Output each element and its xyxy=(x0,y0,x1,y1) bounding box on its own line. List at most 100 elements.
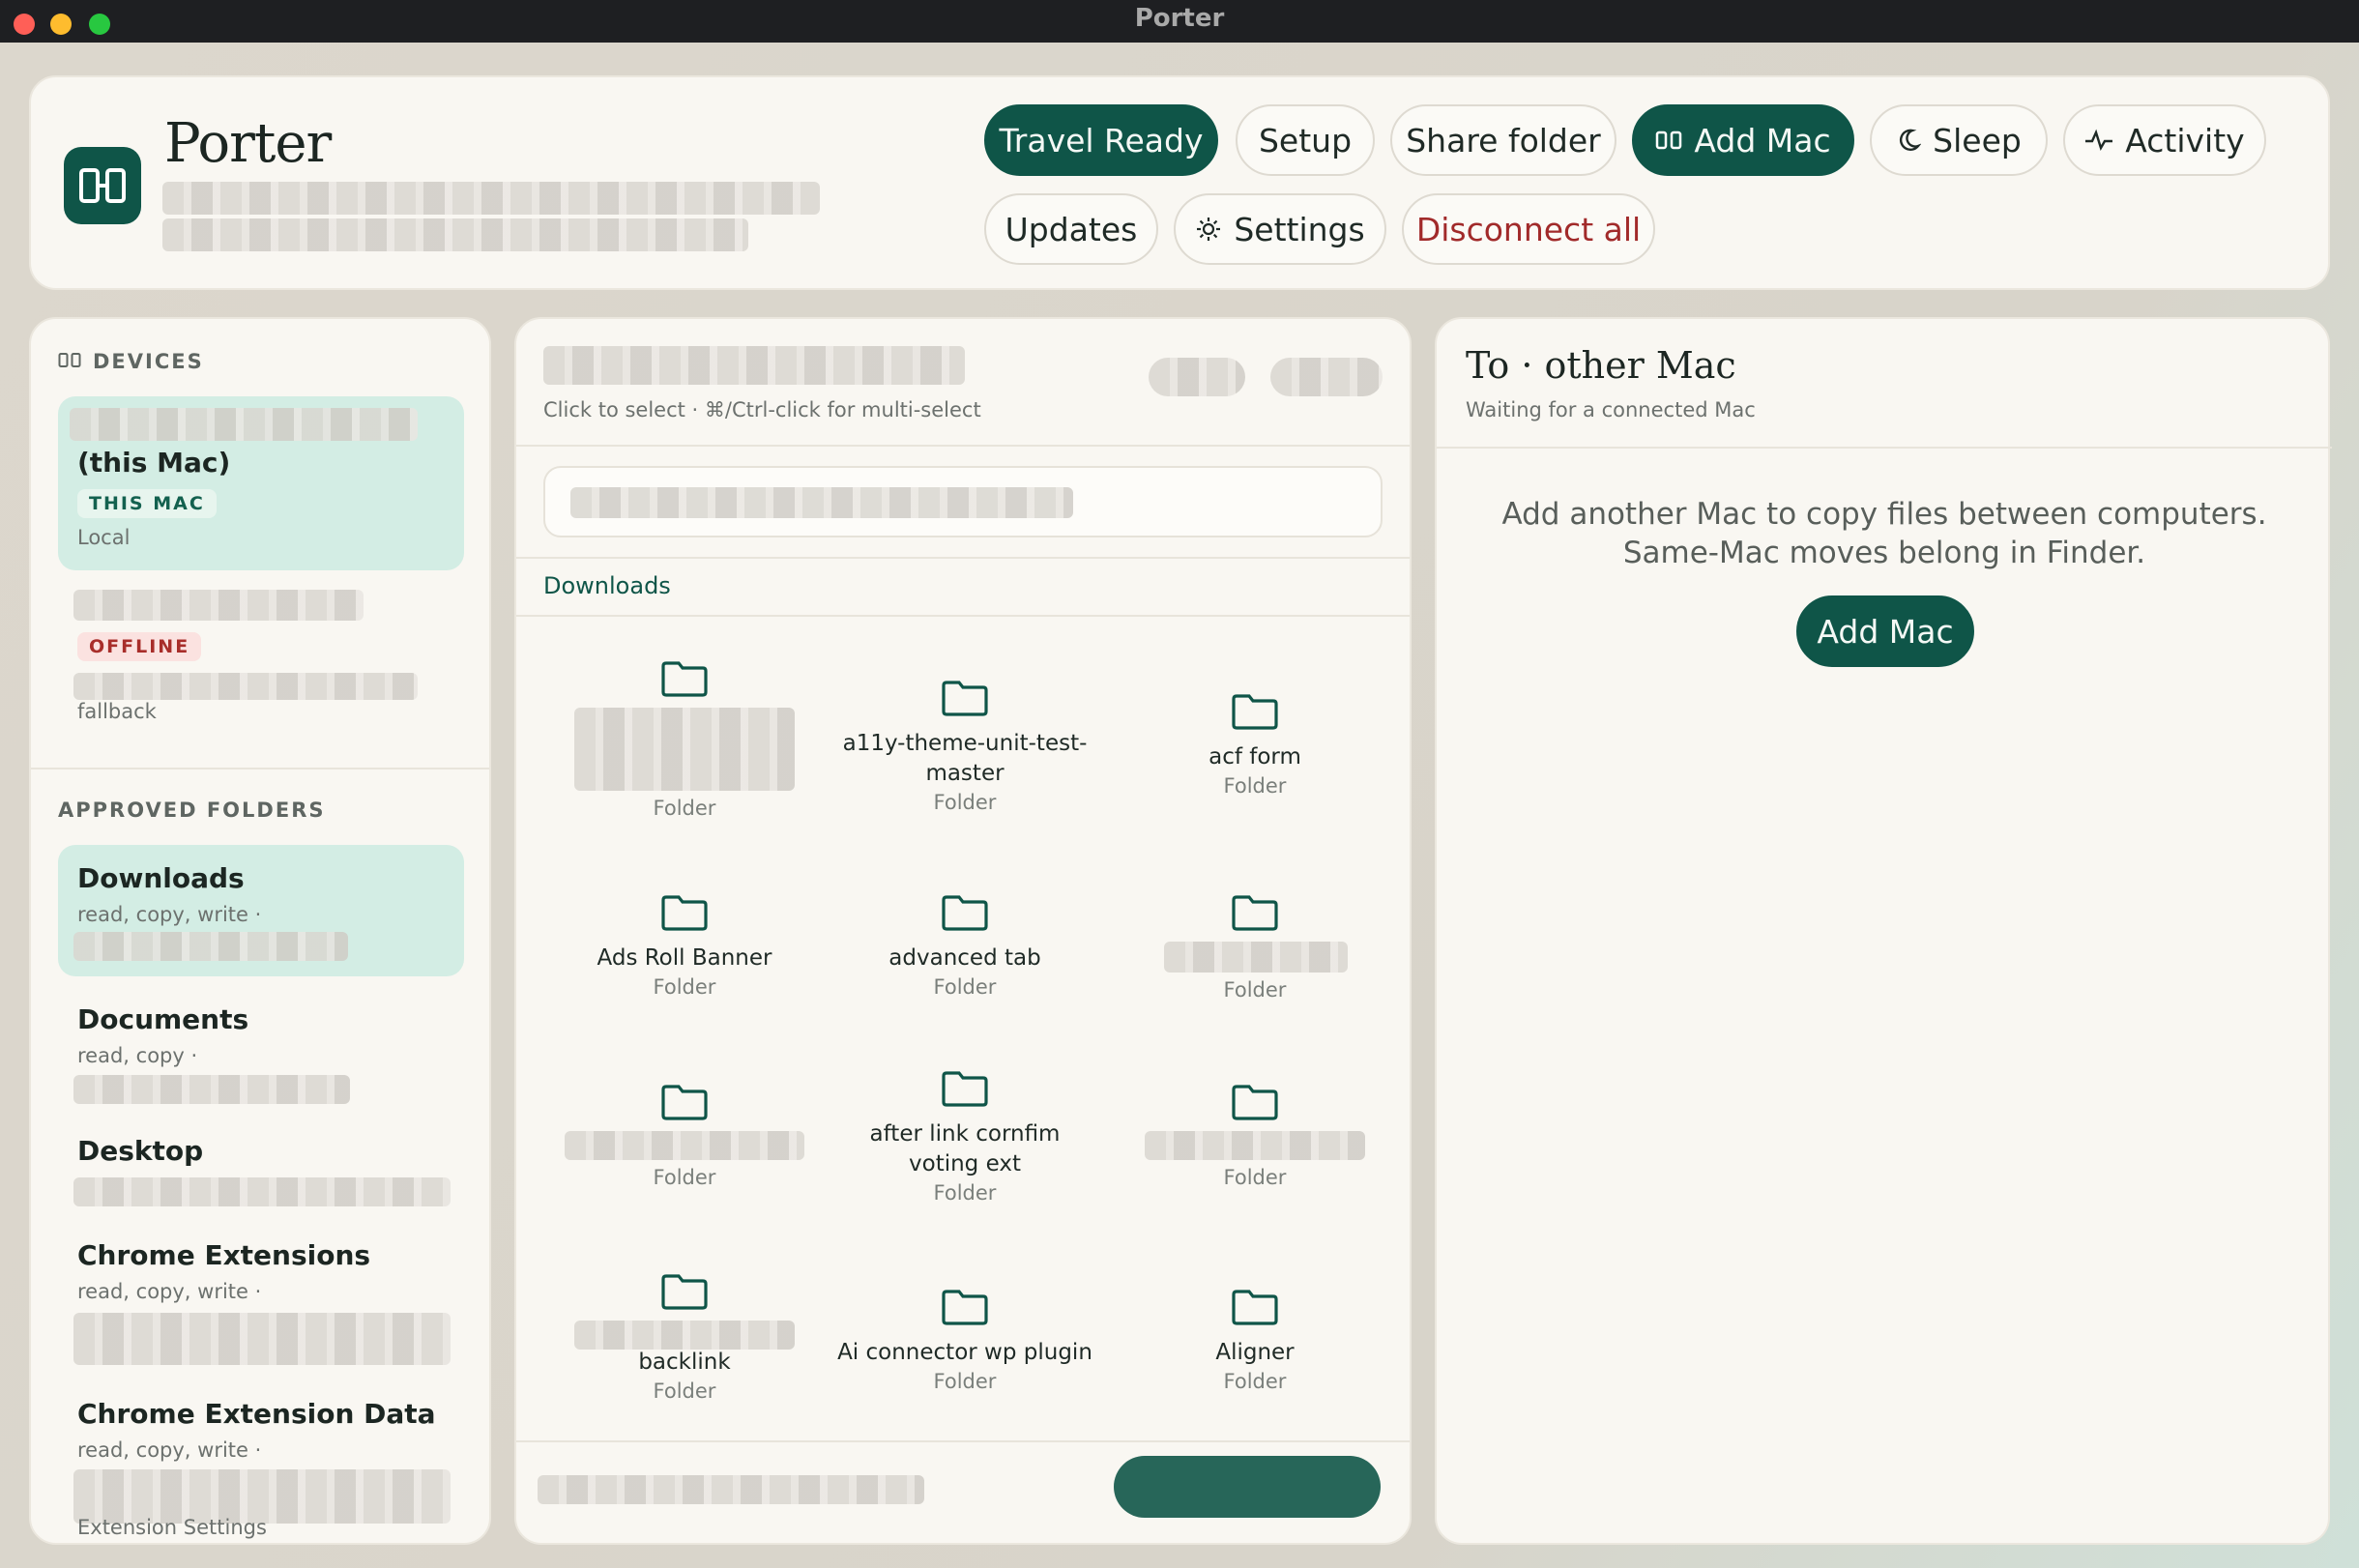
destination-subtitle: Waiting for a connected Mac xyxy=(1466,398,1756,421)
add-mac-button[interactable]: Add Mac xyxy=(1632,104,1854,176)
folder-tile[interactable]: Folder xyxy=(549,1083,820,1191)
folder-tile[interactable]: Folder xyxy=(1120,1083,1390,1191)
app-name: Porter xyxy=(164,112,332,175)
folder-tile[interactable]: Aligner Folder xyxy=(1120,1288,1390,1395)
redacted-folder-path xyxy=(73,1313,451,1365)
item-kind: Folder xyxy=(933,975,997,999)
redacted-source-title xyxy=(543,346,965,385)
item-kind: Folder xyxy=(933,1370,997,1393)
folder-item-chrome-extensions[interactable]: Chrome Extensions read, copy, write · xyxy=(58,1222,489,1367)
porter-logo-icon xyxy=(64,147,141,224)
folder-permissions: read, copy, write · xyxy=(77,1280,262,1303)
folder-name: Chrome Extensions xyxy=(77,1239,371,1271)
share-folder-button[interactable]: Share folder xyxy=(1390,104,1616,176)
folder-icon xyxy=(942,1071,988,1107)
item-name: Ads Roll Banner xyxy=(597,945,772,971)
sleep-button[interactable]: Sleep xyxy=(1870,104,2048,176)
disconnect-all-button[interactable]: Disconnect all xyxy=(1402,193,1655,265)
item-name: backlink xyxy=(638,1350,731,1375)
folder-extra: Extension Settings xyxy=(77,1516,267,1539)
folder-tile[interactable]: acf form Folder xyxy=(1120,692,1390,799)
file-browser: Click to select · ⌘/Ctrl-click for multi… xyxy=(514,317,1412,1545)
folder-name: Documents xyxy=(77,1003,249,1035)
folder-tile[interactable]: Ads Roll Banner Folder xyxy=(549,893,820,1001)
breadcrumb[interactable]: Downloads xyxy=(543,572,671,599)
setup-button[interactable]: Setup xyxy=(1236,104,1375,176)
selection-hint: Click to select · ⌘/Ctrl-click for multi… xyxy=(543,398,981,421)
folder-permissions: read, copy, write · xyxy=(77,903,262,926)
redacted-folder-name xyxy=(1164,942,1348,973)
destination-divider xyxy=(1437,447,2332,449)
folder-name: Chrome Extension Data xyxy=(77,1398,436,1430)
empty-message-line2: Same-Mac moves belong in Finder. xyxy=(1622,536,2146,570)
device-item-this-mac[interactable]: (this Mac) THIS MAC Local xyxy=(58,396,464,570)
item-name: advanced tab xyxy=(888,945,1041,971)
folder-item-chrome-extension-data[interactable]: Chrome Extension Data read, copy, write … xyxy=(58,1380,464,1543)
redacted-device-name xyxy=(70,408,418,441)
sleep-label: Sleep xyxy=(1933,121,2022,160)
device-name: (this Mac) xyxy=(77,447,231,479)
folder-icon xyxy=(942,895,988,931)
folder-icon xyxy=(942,681,988,716)
item-name: a11y-theme-unit-test-master xyxy=(842,731,1088,786)
folder-icon xyxy=(1232,895,1278,931)
device-item-other[interactable]: OFFLINE fallback xyxy=(58,586,464,723)
folder-tile[interactable]: after link cornfim voting ext Folder xyxy=(830,1069,1100,1206)
redacted-folder-name xyxy=(574,708,795,791)
folder-tile[interactable]: Folder xyxy=(549,659,820,822)
add-mac-cta-button[interactable]: Add Mac xyxy=(1796,595,1974,667)
redacted-action-button[interactable] xyxy=(1149,358,1245,396)
settings-button[interactable]: Settings xyxy=(1174,193,1386,265)
header-card: Porter Travel Ready Setup Share folder A… xyxy=(29,75,2330,290)
search-input[interactable] xyxy=(543,466,1383,537)
folder-tile[interactable]: a11y-theme-unit-test-master Folder xyxy=(830,679,1100,816)
moon-icon xyxy=(1900,129,1922,151)
empty-message-line1: Add another Mac to copy files between co… xyxy=(1501,497,2267,532)
activity-button[interactable]: Activity xyxy=(2063,104,2266,176)
device-status: fallback xyxy=(77,700,157,723)
item-kind: Folder xyxy=(933,1181,997,1205)
redacted-folder-name xyxy=(1145,1131,1365,1160)
redacted-subtitle xyxy=(162,218,748,251)
redacted-folder-name xyxy=(574,1321,795,1350)
folder-item-downloads[interactable]: Downloads read, copy, write · xyxy=(58,845,464,976)
folder-tile[interactable]: Folder xyxy=(1120,893,1390,1003)
folder-icon xyxy=(1232,1290,1278,1325)
redacted-subtitle xyxy=(162,182,820,215)
copy-to-mac-button[interactable] xyxy=(1114,1456,1381,1518)
redacted-folder-path xyxy=(73,932,348,961)
item-kind: Folder xyxy=(653,797,716,820)
approved-folders-label: APPROVED FOLDERS xyxy=(58,799,326,822)
folder-tile[interactable]: backlink Folder xyxy=(549,1272,820,1405)
folder-item-desktop[interactable]: Desktop xyxy=(58,1118,464,1214)
item-kind: Folder xyxy=(1223,1166,1287,1189)
item-name: Ai connector wp plugin xyxy=(837,1340,1092,1365)
folder-permissions: read, copy, write · xyxy=(77,1438,262,1462)
this-mac-badge: THIS MAC xyxy=(77,489,217,518)
add-mac-label: Add Mac xyxy=(1694,121,1831,160)
folder-item-documents[interactable]: Documents read, copy · xyxy=(58,984,464,1104)
redacted-action-button[interactable] xyxy=(1270,358,1383,396)
browser-divider xyxy=(516,615,1410,617)
redacted-folder-path xyxy=(73,1177,451,1206)
item-kind: Folder xyxy=(1223,978,1287,1002)
redacted-device-detail xyxy=(73,673,418,700)
gear-icon xyxy=(1197,218,1221,241)
updates-button[interactable]: Updates xyxy=(984,193,1158,265)
browser-divider xyxy=(516,557,1410,559)
window-title: Porter xyxy=(1134,4,1225,33)
devices-icon xyxy=(1656,131,1682,150)
browser-divider xyxy=(516,445,1410,447)
devices-icon xyxy=(58,353,81,367)
offline-badge: OFFLINE xyxy=(77,632,202,661)
item-kind: Folder xyxy=(933,791,997,814)
destination-title: To · other Mac xyxy=(1466,344,1736,387)
travel-ready-button[interactable]: Travel Ready xyxy=(984,104,1218,176)
folder-tile[interactable]: Ai connector wp plugin Folder xyxy=(830,1288,1100,1395)
window-titlebar: Porter xyxy=(0,0,2359,43)
folder-tile[interactable]: advanced tab Folder xyxy=(830,893,1100,1001)
item-kind: Folder xyxy=(1223,1370,1287,1393)
redacted-device-name xyxy=(73,590,364,621)
item-kind: Folder xyxy=(653,975,716,999)
folder-icon xyxy=(1232,1085,1278,1120)
